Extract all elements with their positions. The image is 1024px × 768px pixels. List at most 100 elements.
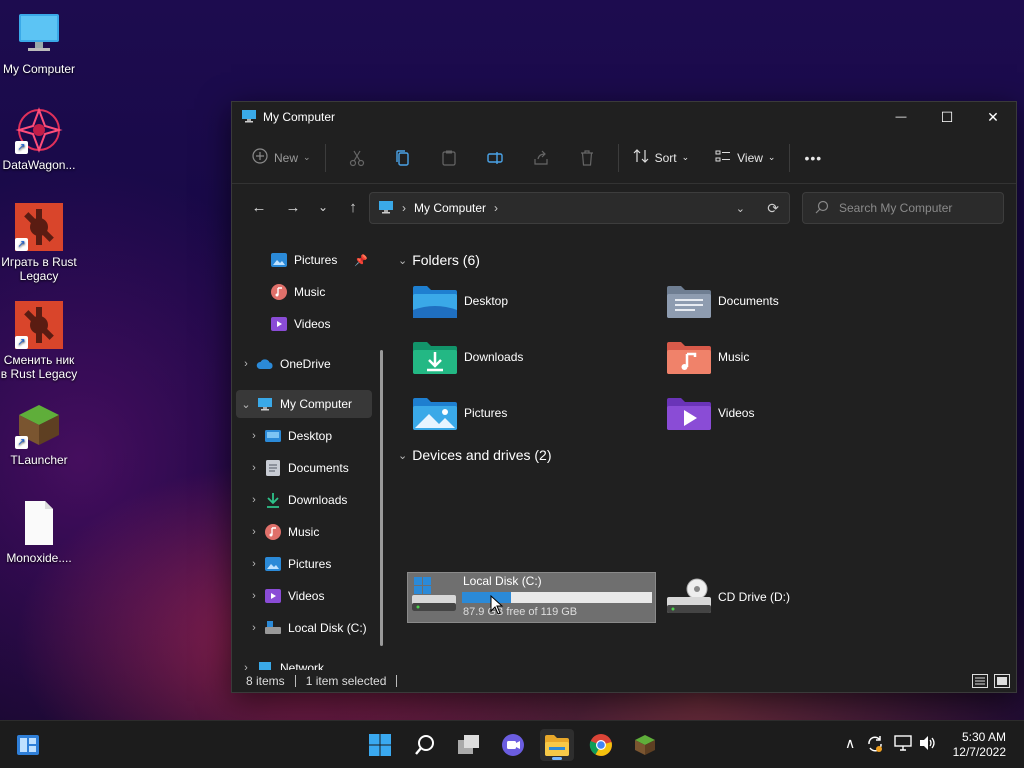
chevron-right-icon[interactable]: › — [236, 662, 256, 670]
chevron-right-icon[interactable]: › — [244, 526, 264, 538]
nav-item-label: Music — [294, 285, 326, 299]
desktop-icon-datawagon[interactable]: ↗ DataWagon... — [0, 106, 78, 172]
desktop-icon-play-rust[interactable]: ↗ Играть в Rust Legacy — [0, 203, 78, 283]
details-view-icon[interactable] — [972, 674, 988, 691]
desktop-icon-label: Играть в Rust Legacy — [1, 255, 77, 283]
folder-tile-documents[interactable]: Documents — [662, 276, 910, 326]
recent-locations-button[interactable]: ⌄ — [310, 192, 336, 222]
nav-item-videos-quick[interactable]: Videos — [236, 310, 372, 338]
breadcrumb-item-my-computer[interactable]: My Computer — [414, 201, 486, 215]
folder-tile-pictures[interactable]: Pictures — [408, 388, 656, 438]
back-button[interactable]: ← — [242, 192, 276, 222]
address-dropdown-icon[interactable]: ⌄ — [736, 202, 745, 215]
file-explorer-window: My Computer — ☐ ✕ New ⌄ Sort ⌄ View ⌄ ••… — [231, 101, 1017, 693]
folder-tile-downloads[interactable]: Downloads — [408, 332, 656, 382]
cd-drive-icon — [666, 577, 712, 617]
nav-item-pictures-quick[interactable]: Pictures 📌 — [236, 250, 372, 274]
window-titlebar[interactable]: My Computer — ☐ ✕ — [232, 102, 1016, 132]
new-button[interactable]: New ⌄ — [246, 142, 317, 174]
drive-tile-local-disk[interactable]: Local Disk (C:) 87.9 GB free of 119 GB — [407, 572, 656, 623]
folder-tile-music[interactable]: Music — [662, 332, 910, 382]
forward-button[interactable]: → — [276, 192, 310, 222]
copy-icon[interactable] — [387, 142, 419, 174]
minimize-button[interactable]: — — [878, 102, 924, 132]
hard-drive-icon — [412, 577, 456, 620]
desktop-icon-my-computer[interactable]: My Computer — [0, 10, 78, 76]
volume-icon[interactable] — [919, 735, 937, 754]
new-button-label: New — [274, 150, 299, 165]
music-folder-icon — [666, 337, 712, 377]
sort-button[interactable]: Sort ⌄ — [627, 142, 696, 174]
address-bar[interactable]: › My Computer › ⌄ ⟳ — [369, 192, 790, 224]
nav-item-desktop[interactable]: › Desktop — [244, 422, 380, 450]
grass-block-icon[interactable] — [628, 729, 662, 761]
nav-item-documents[interactable]: › Documents — [244, 454, 380, 482]
search-icon[interactable] — [408, 729, 442, 761]
nav-item-music[interactable]: › Music — [244, 518, 380, 546]
chevron-right-icon[interactable]: › — [244, 462, 264, 474]
breadcrumb-separator[interactable]: › — [494, 201, 498, 215]
tray-overflow-chevron[interactable]: ∧ — [845, 735, 855, 752]
large-icons-view-icon[interactable] — [994, 674, 1010, 691]
status-selection: 1 item selected — [305, 674, 387, 688]
chrome-icon[interactable] — [584, 729, 618, 761]
nav-item-videos[interactable]: › Videos — [244, 582, 380, 610]
start-windows-icon[interactable] — [363, 729, 397, 761]
network-monitor-icon[interactable] — [894, 735, 912, 754]
task-view-icon[interactable] — [452, 729, 486, 761]
close-button[interactable]: ✕ — [970, 102, 1016, 132]
status-divider — [294, 675, 296, 687]
chevron-right-icon[interactable]: › — [244, 430, 264, 442]
drives-group-header[interactable]: ⌄ Devices and drives (2) — [398, 447, 552, 463]
nav-pane-scrollbar[interactable] — [380, 350, 383, 646]
shortcut-arrow-icon: ↗ — [15, 238, 28, 251]
chevron-down-icon: ⌄ — [303, 152, 311, 162]
navigation-pane[interactable]: Pictures 📌 Music Videos › OneDrive ⌄ My … — [232, 250, 388, 670]
desktop-icon-label: TLauncher — [10, 453, 68, 467]
nav-item-pictures[interactable]: › Pictures — [244, 550, 380, 578]
up-button[interactable]: ↑ — [336, 192, 370, 222]
nav-item-music-quick[interactable]: Music — [236, 278, 372, 306]
desktop-icon-monoxide[interactable]: Monoxide.... — [0, 499, 78, 565]
chevron-right-icon[interactable]: › — [244, 558, 264, 570]
cut-icon[interactable] — [341, 142, 373, 174]
nav-item-label: Pictures — [294, 253, 338, 267]
file-explorer-taskbar-icon[interactable] — [540, 729, 574, 761]
refresh-button[interactable]: ⟳ — [767, 200, 779, 217]
rust-game-icon: ↗ — [15, 301, 63, 349]
chevron-down-icon[interactable]: ⌄ — [236, 398, 256, 411]
folder-tile-desktop[interactable]: Desktop — [408, 276, 656, 326]
teams-chat-icon[interactable] — [496, 729, 530, 761]
desktop-icon-change-nick-rust[interactable]: ↗ Сменить ник в Rust Legacy — [0, 301, 78, 381]
view-button[interactable]: View ⌄ — [709, 142, 781, 174]
datawagon-logo-icon: ↗ — [15, 106, 63, 154]
folder-tile-videos[interactable]: Videos — [662, 388, 910, 438]
nav-item-label: OneDrive — [280, 357, 331, 371]
chevron-right-icon[interactable]: › — [244, 590, 264, 602]
chevron-right-icon[interactable]: › — [236, 358, 256, 370]
nav-item-label: My Computer — [280, 397, 353, 411]
search-input[interactable] — [839, 201, 989, 215]
folders-group-header[interactable]: ⌄ Folders (6) — [398, 252, 480, 268]
chevron-right-icon[interactable]: › — [244, 622, 264, 634]
rename-icon[interactable] — [479, 142, 511, 174]
maximize-button[interactable]: ☐ — [924, 102, 970, 132]
sync-update-icon[interactable] — [866, 735, 884, 756]
paste-icon[interactable] — [433, 142, 465, 174]
delete-icon[interactable] — [571, 142, 603, 174]
desktop-icon-tlauncher[interactable]: ↗ TLauncher — [0, 401, 78, 467]
search-box[interactable] — [802, 192, 1004, 224]
more-options-button[interactable]: ••• — [798, 142, 828, 174]
folder-label: Music — [718, 350, 750, 364]
share-icon[interactable] — [525, 142, 557, 174]
nav-item-local-disk[interactable]: › Local Disk (C:) — [244, 614, 380, 642]
nav-item-onedrive[interactable]: › OneDrive — [236, 350, 372, 378]
nav-item-network[interactable]: › Network — [236, 654, 372, 670]
nav-item-my-computer[interactable]: ⌄ My Computer — [236, 390, 372, 418]
content-pane: ⌄ Folders (6) Desktop Documents Download… — [390, 250, 1016, 670]
system-clock[interactable]: 5:30 AM 12/7/2022 — [953, 730, 1006, 760]
drive-tile-cd-drive[interactable]: CD Drive (D:) — [662, 572, 910, 622]
chevron-right-icon[interactable]: › — [244, 494, 264, 506]
nav-item-downloads[interactable]: › Downloads — [244, 486, 380, 514]
widgets-icon[interactable] — [11, 729, 45, 761]
